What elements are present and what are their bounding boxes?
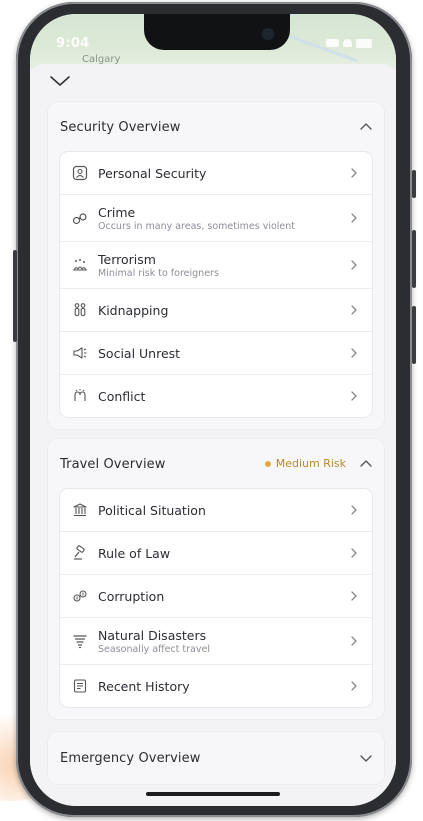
bottom-sheet: Security Overview Personal Security Crim… — [30, 64, 396, 806]
chevron-right-icon — [351, 591, 357, 601]
row-label: Personal Security — [98, 165, 207, 181]
side-button-right-upper — [412, 170, 416, 198]
emergency-overview-card: Emergency Overview — [48, 732, 384, 784]
chevron-right-icon — [351, 548, 357, 558]
side-button-right-lower — [412, 306, 416, 364]
section-title: Travel Overview — [60, 456, 166, 472]
chevron-right-icon — [351, 260, 357, 270]
chevron-up-icon — [360, 123, 372, 130]
row-text: Crime Occurs in many areas, sometimes vi… — [98, 205, 295, 232]
section-title: Emergency Overview — [60, 750, 201, 766]
list-item-terrorism[interactable]: Terrorism Minimal risk to foreigners — [60, 241, 372, 288]
list-item-rule-of-law[interactable]: Rule of Law — [60, 531, 372, 574]
travel-items-list: Political Situation Rule of Law Corrupti… — [60, 489, 372, 707]
battery-icon — [355, 38, 372, 48]
home-indicator[interactable] — [146, 792, 280, 796]
conflict-icon — [70, 386, 90, 406]
row-label: Corruption — [98, 588, 165, 604]
travel-overview-card: Travel Overview Medium Risk Political Si… — [48, 439, 384, 719]
list-item-corruption[interactable]: Corruption — [60, 574, 372, 617]
explosion-icon — [70, 255, 90, 275]
list-item-personal-security[interactable]: Personal Security — [60, 152, 372, 194]
row-text: Corruption — [98, 589, 164, 604]
row-text: Natural Disasters Seasonally affect trav… — [98, 628, 210, 655]
camera-icon — [262, 28, 274, 40]
chevron-right-icon — [351, 348, 357, 358]
chevron-right-icon — [351, 213, 357, 223]
section-title: Security Overview — [60, 119, 181, 135]
handcuffs-icon — [70, 208, 90, 228]
risk-label: Medium Risk — [275, 457, 346, 470]
status-icons — [326, 38, 372, 48]
chevron-right-icon — [351, 636, 357, 646]
chevron-right-icon — [351, 505, 357, 515]
row-text: Personal Security — [98, 166, 206, 181]
cellular-icon — [326, 39, 339, 47]
travel-overview-header[interactable]: Travel Overview Medium Risk — [48, 439, 384, 489]
security-overview-header[interactable]: Security Overview — [48, 102, 384, 152]
risk-badge: Medium Risk — [264, 457, 346, 470]
chevron-right-icon — [351, 391, 357, 401]
row-text: Social Unrest — [98, 346, 180, 361]
row-text: Political Situation — [98, 503, 206, 518]
row-label: Recent History — [98, 678, 190, 694]
emergency-overview-header[interactable]: Emergency Overview — [48, 732, 384, 784]
megaphone-icon — [70, 343, 90, 363]
wifi-icon — [342, 39, 352, 47]
row-label: Conflict — [98, 388, 146, 404]
row-text: Kidnapping — [98, 303, 168, 318]
coins-icon — [70, 586, 90, 606]
row-label: Natural Disasters — [98, 627, 207, 643]
chevron-up-icon — [360, 460, 372, 467]
phone-notch — [144, 14, 290, 50]
security-items-list: Personal Security Crime Occurs in many a… — [60, 152, 372, 417]
people-icon — [70, 300, 90, 320]
row-subtitle: Minimal risk to foreigners — [98, 267, 219, 279]
row-subtitle: Seasonally affect travel — [98, 643, 210, 655]
building-icon — [70, 500, 90, 520]
row-text: Recent History — [98, 679, 190, 694]
security-overview-card: Security Overview Personal Security Crim… — [48, 102, 384, 429]
row-subtitle: Occurs in many areas, sometimes violent — [98, 220, 296, 232]
chevron-right-icon — [351, 305, 357, 315]
row-label: Social Unrest — [98, 345, 181, 361]
row-label: Rule of Law — [98, 545, 171, 561]
chevron-down-icon — [360, 755, 372, 762]
list-item-conflict[interactable]: Conflict — [60, 374, 372, 417]
row-label: Political Situation — [98, 502, 206, 518]
risk-dot-icon — [264, 460, 271, 467]
list-item-kidnapping[interactable]: Kidnapping — [60, 288, 372, 331]
document-icon — [70, 676, 90, 696]
chevron-right-icon — [351, 168, 357, 178]
gavel-icon — [70, 543, 90, 563]
chevron-right-icon — [351, 681, 357, 691]
list-item-political-situation[interactable]: Political Situation — [60, 489, 372, 531]
row-text: Rule of Law — [98, 546, 170, 561]
row-label: Crime — [98, 204, 136, 220]
app-screenshot: 9:04 Calgary Security Overview Personal … — [0, 0, 423, 821]
collapse-sheet-chevron-icon[interactable] — [48, 72, 72, 90]
list-item-natural-disasters[interactable]: Natural Disasters Seasonally affect trav… — [60, 617, 372, 664]
list-item-crime[interactable]: Crime Occurs in many areas, sometimes vi… — [60, 194, 372, 241]
row-label: Terrorism — [98, 251, 156, 267]
tornado-icon — [70, 631, 90, 651]
list-item-social-unrest[interactable]: Social Unrest — [60, 331, 372, 374]
row-label: Kidnapping — [98, 302, 169, 318]
phone-screen: 9:04 Calgary Security Overview Personal … — [30, 14, 396, 806]
side-button-left — [13, 250, 17, 342]
status-time: 9:04 — [56, 36, 90, 51]
row-text: Conflict — [98, 389, 145, 404]
side-button-right-mid — [412, 230, 416, 288]
shield-person-icon — [70, 163, 90, 183]
list-item-recent-history[interactable]: Recent History — [60, 664, 372, 707]
row-text: Terrorism Minimal risk to foreigners — [98, 252, 219, 279]
